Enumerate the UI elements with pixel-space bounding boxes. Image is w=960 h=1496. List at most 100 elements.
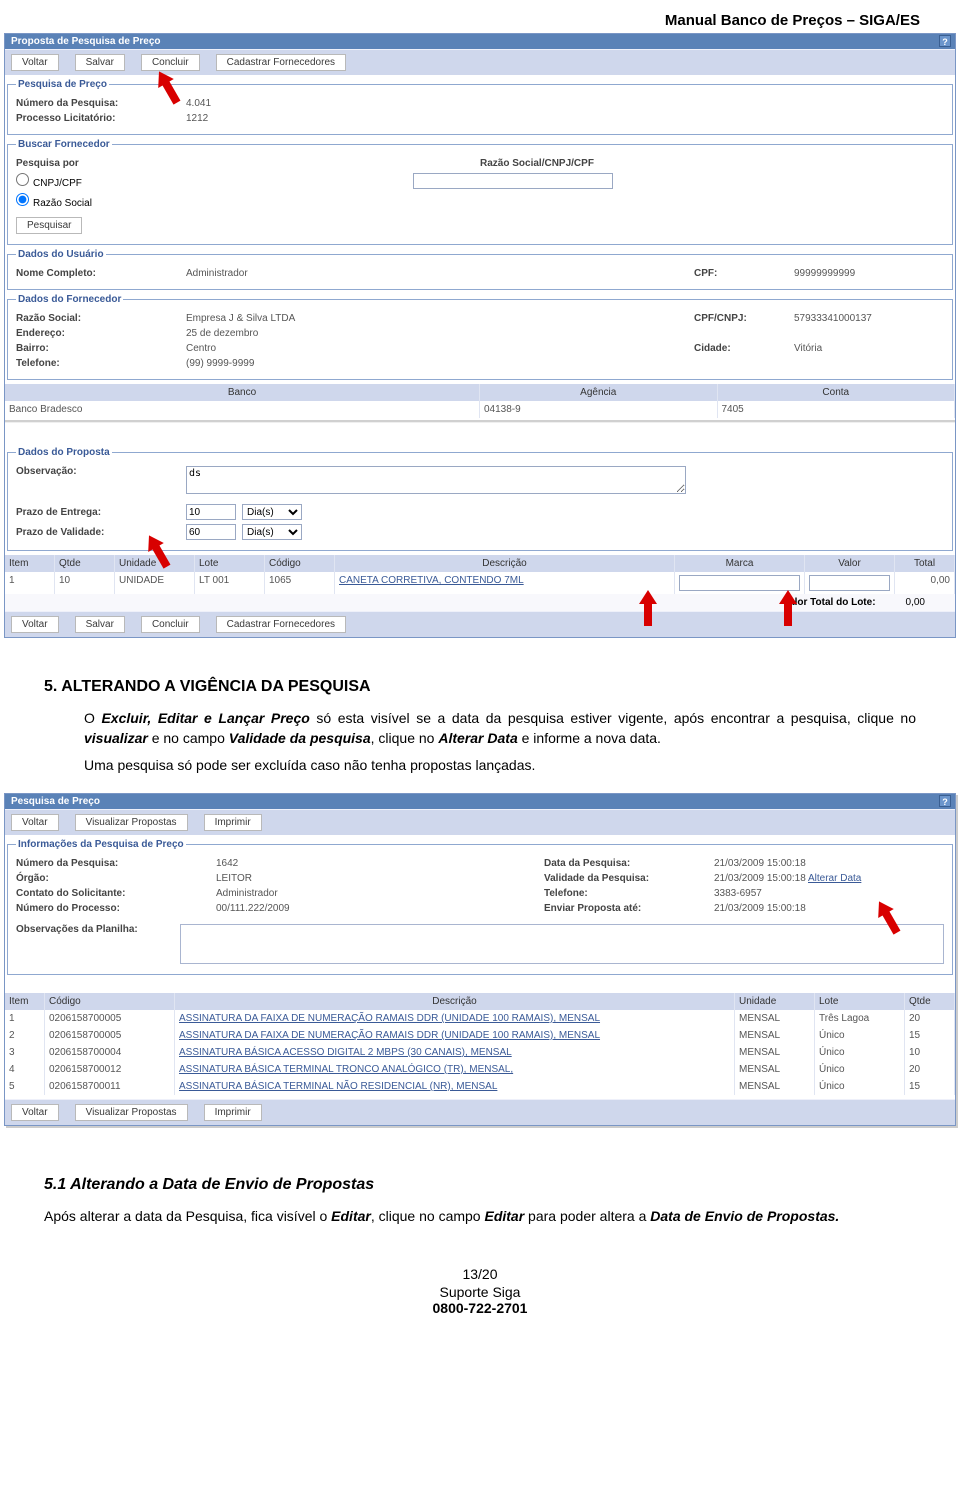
cell2-item: 3 xyxy=(5,1044,45,1061)
cell-lote: LT 001 xyxy=(195,572,265,594)
col2-desc: Descrição xyxy=(175,993,735,1010)
data-label-s2: Data da Pesquisa: xyxy=(544,858,714,869)
col-conta: Conta xyxy=(718,384,956,401)
cell2-qtde: 20 xyxy=(905,1061,955,1078)
cell-item: 1 xyxy=(5,572,55,594)
cadastrar-fornecedores-button-2[interactable]: Cadastrar Fornecedores xyxy=(216,616,346,633)
cell-desc[interactable]: CANETA CORRETIVA, CONTENDO 7ML xyxy=(335,572,675,594)
col2-qtde: Qtde xyxy=(905,993,955,1010)
radio-razao[interactable]: Razão Social xyxy=(16,193,92,209)
visualizar-propostas-button[interactable]: Visualizar Propostas xyxy=(75,814,188,831)
panel-title-proposta: Proposta de Pesquisa de Preço ? xyxy=(5,34,955,49)
screenshot-proposta: Proposta de Pesquisa de Preço ? Voltar S… xyxy=(4,33,956,638)
valor-input[interactable] xyxy=(809,575,890,591)
footer-page: 13/20 xyxy=(4,1266,956,1282)
toolbar-s2-bottom: Voltar Visualizar Propostas Imprimir xyxy=(5,1099,955,1125)
col-total: Total xyxy=(895,555,955,572)
col2-unidade: Unidade xyxy=(735,993,815,1010)
telefone-label: Telefone: xyxy=(16,358,186,369)
section-5-para-2: Uma pesquisa só pode ser excluída caso n… xyxy=(84,755,916,775)
col2-codigo: Código xyxy=(45,993,175,1010)
col-agencia: Agência xyxy=(480,384,718,401)
col-valor: Valor xyxy=(805,555,895,572)
prazo-entrega-input[interactable] xyxy=(186,504,236,520)
concluir-button-2[interactable]: Concluir xyxy=(141,616,200,633)
visualizar-propostas-button-b[interactable]: Visualizar Propostas xyxy=(75,1104,188,1121)
cell-conta: 7405 xyxy=(718,401,956,418)
cell2-item: 2 xyxy=(5,1027,45,1044)
cell2-codigo: 0206158700004 xyxy=(45,1044,175,1061)
razao-cnpj-input[interactable] xyxy=(413,173,613,189)
cell2-desc[interactable]: ASSINATURA DA FAIXA DE NUMERAÇÃO RAMAIS … xyxy=(175,1010,735,1027)
cell2-unidade: MENSAL xyxy=(735,1078,815,1095)
cell2-desc[interactable]: ASSINATURA DA FAIXA DE NUMERAÇÃO RAMAIS … xyxy=(175,1027,735,1044)
nome-value: Administrador xyxy=(186,268,694,279)
help-icon[interactable]: ? xyxy=(939,35,951,47)
cell-banco: Banco Bradesco xyxy=(5,401,480,418)
cell2-item: 4 xyxy=(5,1061,45,1078)
cell2-lote: Único xyxy=(815,1061,905,1078)
pesquisar-button[interactable]: Pesquisar xyxy=(16,217,82,234)
cell2-desc[interactable]: ASSINATURA BÁSICA TERMINAL TRONCO ANALÓG… xyxy=(175,1061,735,1078)
voltar-button-s2[interactable]: Voltar xyxy=(11,814,59,831)
footer-line1: Suporte Siga xyxy=(4,1284,956,1300)
obs-planilha-box[interactable] xyxy=(180,924,944,964)
legend-fornecedor: Dados do Fornecedor xyxy=(16,294,123,305)
cell2-desc[interactable]: ASSINATURA BÁSICA TERMINAL NÃO RESIDENCI… xyxy=(175,1078,735,1095)
col-unidade: Unidade xyxy=(115,555,195,572)
table-row: 40206158700012ASSINATURA BÁSICA TERMINAL… xyxy=(5,1061,955,1078)
group-dados-proposta: Dados do Proposta Observação: ds Prazo d… xyxy=(7,447,953,551)
col2-item: Item xyxy=(5,993,45,1010)
cadastrar-fornecedores-button[interactable]: Cadastrar Fornecedores xyxy=(216,54,346,71)
prazo-validade-unit[interactable]: Dia(s) xyxy=(242,524,302,540)
salvar-button-2[interactable]: Salvar xyxy=(75,616,125,633)
panel-title-text-2: Pesquisa de Preço xyxy=(11,796,100,807)
concluir-button[interactable]: Concluir xyxy=(141,54,200,71)
radio-cnpj[interactable]: CNPJ/CPF xyxy=(16,173,82,189)
telefone-value: (99) 9999-9999 xyxy=(186,358,254,369)
nprocesso-label: Número do Processo: xyxy=(16,903,216,914)
voltar-button-2[interactable]: Voltar xyxy=(11,616,59,633)
section-5-title: 5. ALTERANDO A VIGÊNCIA DA PESQUISA xyxy=(44,678,946,696)
section-51-title: 5.1 Alterando a Data de Envio de Propost… xyxy=(44,1176,946,1194)
voltar-button-s2b[interactable]: Voltar xyxy=(11,1104,59,1121)
help-icon-2[interactable]: ? xyxy=(939,795,951,807)
document-title: Manual Banco de Preços – SIGA/ES xyxy=(0,0,960,33)
telefone-value-s2: 3383-6957 xyxy=(714,888,944,899)
prazo-entrega-unit[interactable]: Dia(s) xyxy=(242,504,302,520)
total-label: Valor Total do Lote: xyxy=(783,597,876,608)
cell-unidade: UNIDADE xyxy=(115,572,195,594)
obs-textarea[interactable]: ds xyxy=(186,466,686,494)
nprocesso-value: 00/111.222/2009 xyxy=(216,903,544,914)
bairro-label: Bairro: xyxy=(16,343,186,354)
salvar-button[interactable]: Salvar xyxy=(75,54,125,71)
legend-info: Informações da Pesquisa de Preço xyxy=(16,839,186,850)
num-pesquisa-value: 4.041 xyxy=(186,98,211,109)
cell-total: 0,00 xyxy=(895,572,955,594)
prazo-validade-input[interactable] xyxy=(186,524,236,540)
cell2-unidade: MENSAL xyxy=(735,1044,815,1061)
cell-qtde: 10 xyxy=(55,572,115,594)
imprimir-button-b[interactable]: Imprimir xyxy=(204,1104,262,1121)
banco-grid-header: Banco Agência Conta xyxy=(5,384,955,401)
marca-input[interactable] xyxy=(679,575,800,591)
obs-planilha-label: Observações da Planilha: xyxy=(16,924,180,935)
cell2-desc[interactable]: ASSINATURA BÁSICA ACESSO DIGITAL 2 MBPS … xyxy=(175,1044,735,1061)
screenshot-pesquisa-preco: Pesquisa de Preço ? Voltar Visualizar Pr… xyxy=(4,793,956,1126)
voltar-button[interactable]: Voltar xyxy=(11,54,59,71)
nome-label: Nome Completo: xyxy=(16,268,186,279)
panel-title-text: Proposta de Pesquisa de Preço xyxy=(11,36,161,47)
contato-value: Administrador xyxy=(216,888,544,899)
endereco-label: Endereço: xyxy=(16,328,186,339)
cnpj-value: 57933341000137 xyxy=(794,313,944,324)
cell2-item: 1 xyxy=(5,1010,45,1027)
cell2-lote: Único xyxy=(815,1044,905,1061)
imprimir-button[interactable]: Imprimir xyxy=(204,814,262,831)
razao-cnpj-label: Razão Social/CNPJ/CPF xyxy=(480,158,650,169)
legend-usuario: Dados do Usuário xyxy=(16,249,106,260)
alterar-data-link[interactable]: Alterar Data xyxy=(808,873,861,884)
cell2-unidade: MENSAL xyxy=(735,1027,815,1044)
col2-lote: Lote xyxy=(815,993,905,1010)
col-marca: Marca xyxy=(675,555,805,572)
cell2-codigo: 0206158700011 xyxy=(45,1078,175,1095)
